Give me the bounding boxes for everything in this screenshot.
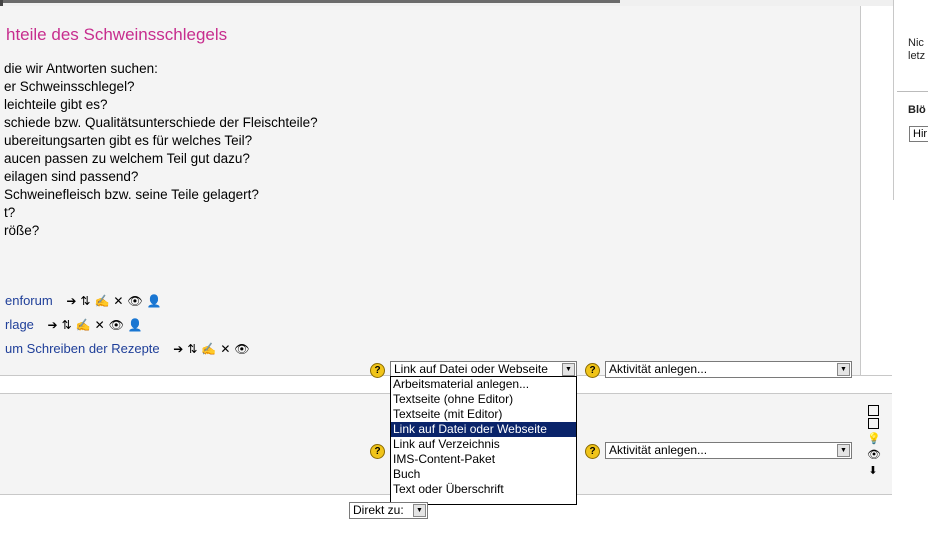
square-icon[interactable] [868,405,879,416]
question-line: leichteile gibt es? [4,97,108,112]
add-activity-value: Aktivität anlegen... [609,443,708,457]
question-line: Schweinefleisch bzw. seine Teile gelager… [4,187,259,202]
section-1-side-column [860,6,893,376]
help-icon[interactable]: ? [370,444,385,459]
hide-icon[interactable]: 👁 [234,342,250,356]
help-icon[interactable]: ? [585,363,600,378]
sidebar-text-line: Nic [908,37,924,49]
add-activity-select[interactable]: Aktivität anlegen... ▼ [605,361,852,378]
blocks-title: Blö [908,104,926,116]
edit-icon[interactable]: ✍ [94,294,110,308]
top-bar-shade [0,0,620,3]
activity-forum-link[interactable]: enforum [5,293,53,308]
chevron-down-icon[interactable]: ▼ [413,504,426,517]
dropdown-option[interactable]: Buch [391,467,576,482]
chevron-down-icon[interactable]: ▼ [837,363,850,376]
move-right-icon[interactable]: ➔ [48,318,59,332]
right-sidebar [894,0,928,557]
dropdown-option[interactable]: Link auf Verzeichnis [391,437,576,452]
help-icon[interactable]: ? [370,363,385,378]
activity-tools: ➔ ⇅ ✍ ✕ 👁 [173,342,253,356]
dropdown-option-selected[interactable]: Link auf Datei oder Webseite [391,422,576,437]
dropdown-option[interactable]: Textseite (ohne Editor) [391,392,576,407]
question-line: die wir Antworten suchen: [4,61,158,76]
square-icon[interactable] [868,418,879,429]
roles-icon[interactable]: 👤 [128,318,144,332]
dropdown-option[interactable]: Textseite (mit Editor) [391,407,576,422]
question-line: schiede bzw. Qualitätsunterschiede der F… [4,115,318,130]
blocks-select[interactable]: Hir [909,126,928,142]
delete-icon[interactable]: ✕ [220,342,231,356]
jump-to-select[interactable]: Direkt zu: ▼ [349,502,428,519]
hide-icon[interactable]: 👁 [109,318,125,332]
add-resource-dropdown-list: Arbeitsmaterial anlegen... Textseite (oh… [390,376,577,505]
question-line: t? [4,205,16,220]
eye-icon[interactable]: 👁 [867,447,881,463]
section-heading: hteile des Schweinsschlegels [6,25,228,44]
dropdown-option[interactable]: Arbeitsmaterial anlegen... [391,377,576,392]
question-line: aucen passen zu welchem Teil gut dazu? [4,151,250,166]
section-tools: 💡 👁 ⬇ [867,403,883,479]
add-activity-value: Aktivität anlegen... [609,362,708,376]
add-resource-selected-value: Link auf Datei oder Webseite [394,362,548,376]
dropdown-option[interactable]: Text oder Überschrift [391,482,576,497]
question-line: ubereitungsarten gibt es für welches Tei… [4,133,253,148]
chevron-down-icon[interactable]: ▼ [837,444,850,457]
activity-template: rlage ➔ ⇅ ✍ ✕ 👁 👤 [5,317,147,332]
activity-template-link[interactable]: rlage [5,317,34,332]
move-updown-icon[interactable]: ⇅ [187,342,198,356]
roles-icon[interactable]: 👤 [147,294,163,308]
arrow-down-icon[interactable]: ⬇ [867,463,879,479]
activity-recipes: um Schreiben der Rezepte ➔ ⇅ ✍ ✕ 👁 [5,341,254,356]
question-line: röße? [4,223,40,238]
activity-tools: ➔ ⇅ ✍ ✕ 👁 👤 [66,294,165,308]
move-updown-icon[interactable]: ⇅ [80,294,91,308]
delete-icon[interactable]: ✕ [113,294,124,308]
sidebar-text: Nic letz [908,37,925,63]
move-right-icon[interactable]: ➔ [66,294,77,308]
dropdown-option[interactable]: IMS-Content-Paket [391,452,576,467]
activity-recipes-link[interactable]: um Schreiben der Rezepte [5,341,160,356]
activity-tools: ➔ ⇅ ✍ ✕ 👁 👤 [48,318,147,332]
edit-icon[interactable]: ✍ [201,342,217,356]
lightbulb-icon[interactable]: 💡 [867,431,881,447]
sidebar-text-line: letz [908,50,926,62]
move-updown-icon[interactable]: ⇅ [62,318,73,332]
move-right-icon[interactable]: ➔ [173,342,184,356]
add-activity-select-2[interactable]: Aktivität anlegen... ▼ [605,442,852,459]
help-icon[interactable]: ? [585,444,600,459]
chevron-down-icon[interactable]: ▼ [562,363,575,376]
edit-icon[interactable]: ✍ [76,318,92,332]
delete-icon[interactable]: ✕ [95,318,106,332]
question-line: eilagen sind passend? [4,169,139,184]
question-line: er Schweinsschlegel? [4,79,135,94]
activity-forum: enforum ➔ ⇅ ✍ ✕ 👁 👤 [5,293,166,308]
hide-icon[interactable]: 👁 [127,294,143,308]
jump-to-label: Direkt zu: [353,503,404,517]
sidebar-divider [897,91,928,92]
